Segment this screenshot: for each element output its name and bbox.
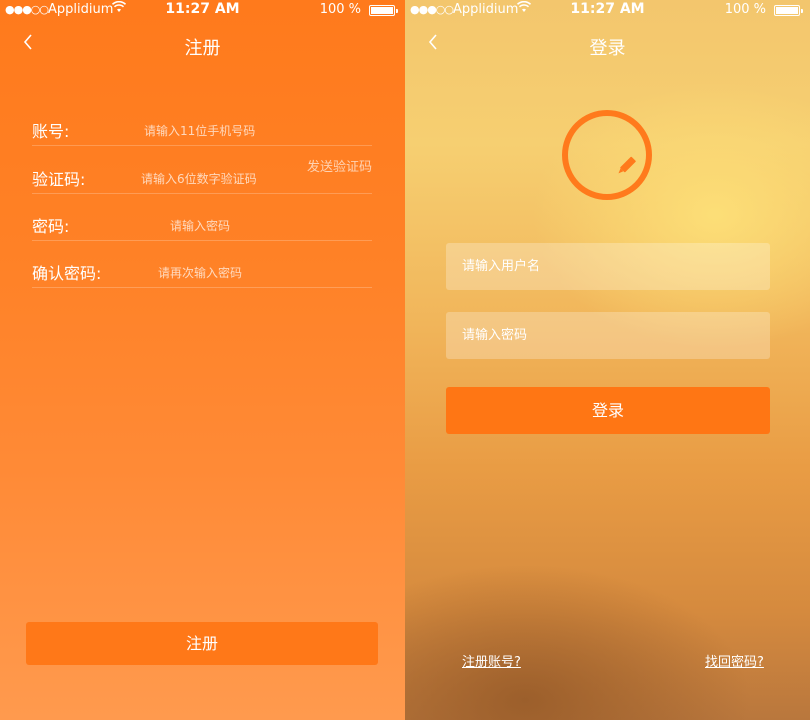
send-code-button[interactable]: 发送验证码 [307,156,372,175]
username-input[interactable]: 请输入用户名 [446,243,770,290]
password-input[interactable]: 请输入密码 [446,312,770,359]
confirm-password-row[interactable]: 确认密码: 请再次输入密码 [32,260,372,288]
register-account-link[interactable]: 注册账号? [462,651,521,670]
battery-percent: 100 % [319,2,361,17]
password-input[interactable]: 请输入密码 [170,217,230,234]
forgot-password-link[interactable]: 找回密码? [705,651,764,670]
battery-icon [774,5,803,16]
register-screen: ●●●○○ Applidium 11:27 AM 100 % 注册 账号: 请输… [0,0,405,720]
password-row[interactable]: 密码: 请输入密码 [32,213,372,241]
logo-icon [562,110,652,200]
verify-code-label: 验证码: [32,170,86,189]
status-bar: ●●●○○ Applidium 11:27 AM 100 % [0,0,405,20]
nav-bar: 注册 [0,28,405,64]
confirm-password-input[interactable]: 请再次输入密码 [158,264,242,281]
login-button[interactable]: 登录 [446,387,770,434]
nav-bar: 登录 [405,28,810,64]
page-title: 注册 [184,38,221,59]
status-bar: ●●●○○ Applidium 11:27 AM 100 % [405,0,810,20]
register-button[interactable]: 注册 [26,622,378,665]
confirm-password-label: 确认密码: [32,264,102,283]
page-title: 登录 [589,38,626,59]
pencil-icon [619,156,637,173]
login-screen: ●●●○○ Applidium 11:27 AM 100 % 登录 请输入用户名… [405,0,810,720]
verify-code-row[interactable]: 验证码: 请输入6位数字验证码 发送验证码 [32,160,372,194]
account-label: 账号: [32,122,70,141]
password-label: 密码: [32,217,70,236]
account-row[interactable]: 账号: 请输入11位手机号码 [32,118,372,146]
battery-icon [369,5,398,16]
battery-percent: 100 % [724,2,766,17]
account-input[interactable]: 请输入11位手机号码 [144,122,255,139]
verify-code-input[interactable]: 请输入6位数字验证码 [141,170,257,187]
